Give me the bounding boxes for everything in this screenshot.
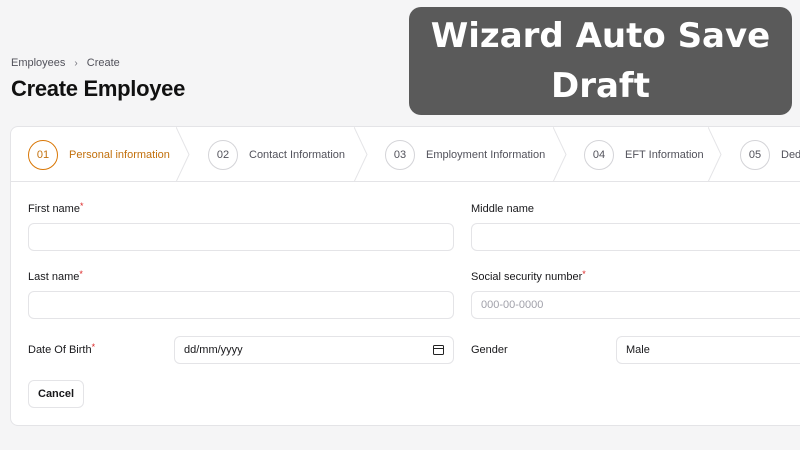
first-name-input[interactable] bbox=[28, 223, 454, 251]
step-separator-icon bbox=[354, 127, 368, 182]
cancel-button[interactable]: Cancel bbox=[28, 380, 85, 408]
step-number: 04 bbox=[584, 139, 614, 170]
required-marker: * bbox=[582, 269, 586, 279]
ssn-input[interactable] bbox=[471, 291, 800, 319]
step-separator-icon bbox=[176, 127, 190, 182]
breadcrumb-item-employees[interactable]: Employees bbox=[11, 57, 65, 69]
step-contact-information[interactable]: 02 Contact Information bbox=[208, 127, 345, 182]
dob-value: dd/mm/yyyy bbox=[184, 344, 243, 356]
wizard-steps: 01 Personal information 02 Contact Infor… bbox=[11, 127, 800, 182]
dob-label: Date Of Birth* bbox=[28, 342, 96, 356]
last-name-label: Last name* bbox=[28, 269, 83, 283]
required-marker: * bbox=[79, 201, 84, 211]
step-label: EFT Information bbox=[625, 148, 704, 161]
step-personal-information[interactable]: 01 Personal information bbox=[28, 127, 170, 182]
gender-label: Gender bbox=[471, 344, 508, 356]
step-eft-information[interactable]: 04 EFT Information bbox=[584, 127, 704, 182]
step-label: Ded bbox=[781, 148, 800, 161]
overlay-banner: Wizard Auto Save Draft bbox=[409, 7, 792, 115]
step-label: Contact Information bbox=[249, 148, 345, 161]
middle-name-input[interactable] bbox=[471, 223, 800, 251]
gender-value: Male bbox=[626, 344, 650, 356]
step-number: 05 bbox=[740, 139, 770, 170]
step-separator-icon bbox=[708, 127, 722, 182]
step-separator-icon bbox=[553, 127, 567, 182]
step-label: Personal information bbox=[69, 148, 170, 161]
page-title: Create Employee bbox=[11, 76, 186, 101]
last-name-input[interactable] bbox=[28, 291, 454, 319]
required-marker: * bbox=[79, 269, 83, 279]
chevron-right-icon: › bbox=[74, 57, 78, 69]
breadcrumb: Employees › Create bbox=[11, 57, 120, 69]
first-name-label: First name* bbox=[28, 201, 84, 215]
gender-select[interactable]: Male bbox=[616, 336, 800, 364]
required-marker: * bbox=[91, 342, 96, 352]
ssn-label: Social security number* bbox=[471, 269, 586, 283]
step-number: 03 bbox=[385, 139, 415, 170]
step-deductions[interactable]: 05 Ded bbox=[740, 127, 800, 182]
calendar-icon[interactable] bbox=[433, 345, 444, 355]
step-employment-information[interactable]: 03 Employment Information bbox=[385, 127, 545, 182]
step-number: 02 bbox=[208, 139, 238, 170]
middle-name-label: Middle name bbox=[471, 203, 534, 215]
form-card: 01 Personal information 02 Contact Infor… bbox=[10, 126, 800, 426]
step-label: Employment Information bbox=[426, 148, 546, 161]
dob-date-input[interactable]: dd/mm/yyyy bbox=[174, 336, 454, 364]
step-number: 01 bbox=[28, 139, 58, 170]
breadcrumb-item-create: Create bbox=[86, 57, 120, 69]
